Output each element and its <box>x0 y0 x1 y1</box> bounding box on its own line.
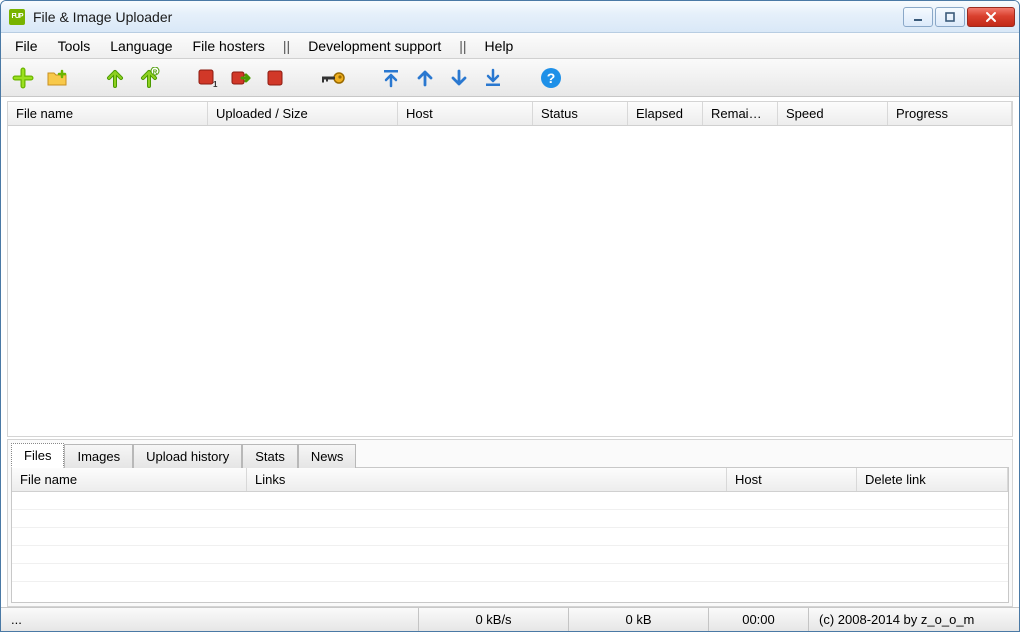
table-row <box>12 528 1008 546</box>
folder-plus-icon <box>46 67 68 89</box>
table-row <box>12 564 1008 582</box>
tabstrip: Files Images Upload history Stats News <box>11 443 1009 467</box>
col-status[interactable]: Status <box>533 102 628 125</box>
help-icon: ? <box>540 67 562 89</box>
svg-text:?: ? <box>547 70 556 86</box>
files-body[interactable] <box>12 492 1008 602</box>
col-filename[interactable]: File name <box>12 468 247 491</box>
tab-images[interactable]: Images <box>64 444 133 468</box>
col-filename[interactable]: File name <box>8 102 208 125</box>
maximize-button[interactable] <box>935 7 965 27</box>
col-uploaded-size[interactable]: Uploaded / Size <box>208 102 398 125</box>
move-bottom-icon <box>483 68 503 88</box>
window-controls <box>903 7 1017 27</box>
window-title: File & Image Uploader <box>33 9 903 25</box>
move-top-icon <box>381 68 401 88</box>
queue-body[interactable] <box>8 126 1012 436</box>
menu-help[interactable]: Help <box>475 35 524 57</box>
move-down-button[interactable] <box>445 64 473 92</box>
stop-button[interactable] <box>261 64 289 92</box>
arrow-up-badge-icon: R <box>138 67 160 89</box>
status-size: 0 kB <box>569 608 709 631</box>
menu-filehosters[interactable]: File hosters <box>183 35 275 57</box>
app-icon: FUP <box>9 9 25 25</box>
titlebar[interactable]: FUP File & Image Uploader <box>1 1 1019 33</box>
menu-tools[interactable]: Tools <box>48 35 101 57</box>
menu-separator: || <box>275 38 298 54</box>
account-button[interactable] <box>319 64 347 92</box>
menu-language[interactable]: Language <box>100 35 182 57</box>
col-speed[interactable]: Speed <box>778 102 888 125</box>
col-host[interactable]: Host <box>398 102 533 125</box>
upload-all-button[interactable]: R <box>135 64 163 92</box>
tab-stats[interactable]: Stats <box>242 444 298 468</box>
status-message: ... <box>1 608 419 631</box>
toolbar: R 1 ? <box>1 59 1019 97</box>
col-delete-link[interactable]: Delete link <box>857 468 1008 491</box>
tab-files[interactable]: Files <box>11 443 64 468</box>
table-row <box>12 492 1008 510</box>
status-speed: 0 kB/s <box>419 608 569 631</box>
table-row <box>12 510 1008 528</box>
tab-news[interactable]: News <box>298 444 357 468</box>
col-elapsed[interactable]: Elapsed <box>628 102 703 125</box>
upload-button[interactable] <box>101 64 129 92</box>
retry-button[interactable] <box>227 64 255 92</box>
tab-content: File name Links Host Delete link <box>11 467 1009 603</box>
stop-icon <box>264 67 286 89</box>
tab-upload-history[interactable]: Upload history <box>133 444 242 468</box>
add-folder-button[interactable] <box>43 64 71 92</box>
col-remaining[interactable]: Remai… <box>703 102 778 125</box>
key-icon <box>320 69 346 87</box>
lower-panel: Files Images Upload history Stats News F… <box>7 439 1013 607</box>
col-host[interactable]: Host <box>727 468 857 491</box>
menubar: File Tools Language File hosters || Deve… <box>1 33 1019 59</box>
svg-text:1: 1 <box>213 80 218 89</box>
app-window: FUP File & Image Uploader File Tools Lan… <box>0 0 1020 632</box>
stop-one-icon: 1 <box>196 67 218 89</box>
table-row <box>12 546 1008 564</box>
menu-separator: || <box>451 38 474 54</box>
help-button[interactable]: ? <box>537 64 565 92</box>
menu-file[interactable]: File <box>5 35 48 57</box>
queue-header: File name Uploaded / Size Host Status El… <box>8 102 1012 126</box>
close-button[interactable] <box>967 7 1015 27</box>
files-header: File name Links Host Delete link <box>12 468 1008 492</box>
arrow-up-icon <box>104 67 126 89</box>
move-down-icon <box>449 68 469 88</box>
upload-queue-panel: File name Uploaded / Size Host Status El… <box>7 101 1013 437</box>
remove-button[interactable]: 1 <box>193 64 221 92</box>
status-time: 00:00 <box>709 608 809 631</box>
move-up-button[interactable] <box>411 64 439 92</box>
svg-text:R: R <box>153 70 158 76</box>
move-top-button[interactable] <box>377 64 405 92</box>
minimize-button[interactable] <box>903 7 933 27</box>
move-up-icon <box>415 68 435 88</box>
statusbar: ... 0 kB/s 0 kB 00:00 (c) 2008-2014 by z… <box>1 607 1019 631</box>
add-button[interactable] <box>9 64 37 92</box>
main-area: File name Uploaded / Size Host Status El… <box>1 97 1019 607</box>
col-links[interactable]: Links <box>247 468 727 491</box>
move-bottom-button[interactable] <box>479 64 507 92</box>
status-copyright: (c) 2008-2014 by z_o_o_m <box>809 608 1019 631</box>
menu-dev-support[interactable]: Development support <box>298 35 451 57</box>
retry-icon <box>230 67 252 89</box>
plus-icon <box>12 67 34 89</box>
col-progress[interactable]: Progress <box>888 102 1012 125</box>
